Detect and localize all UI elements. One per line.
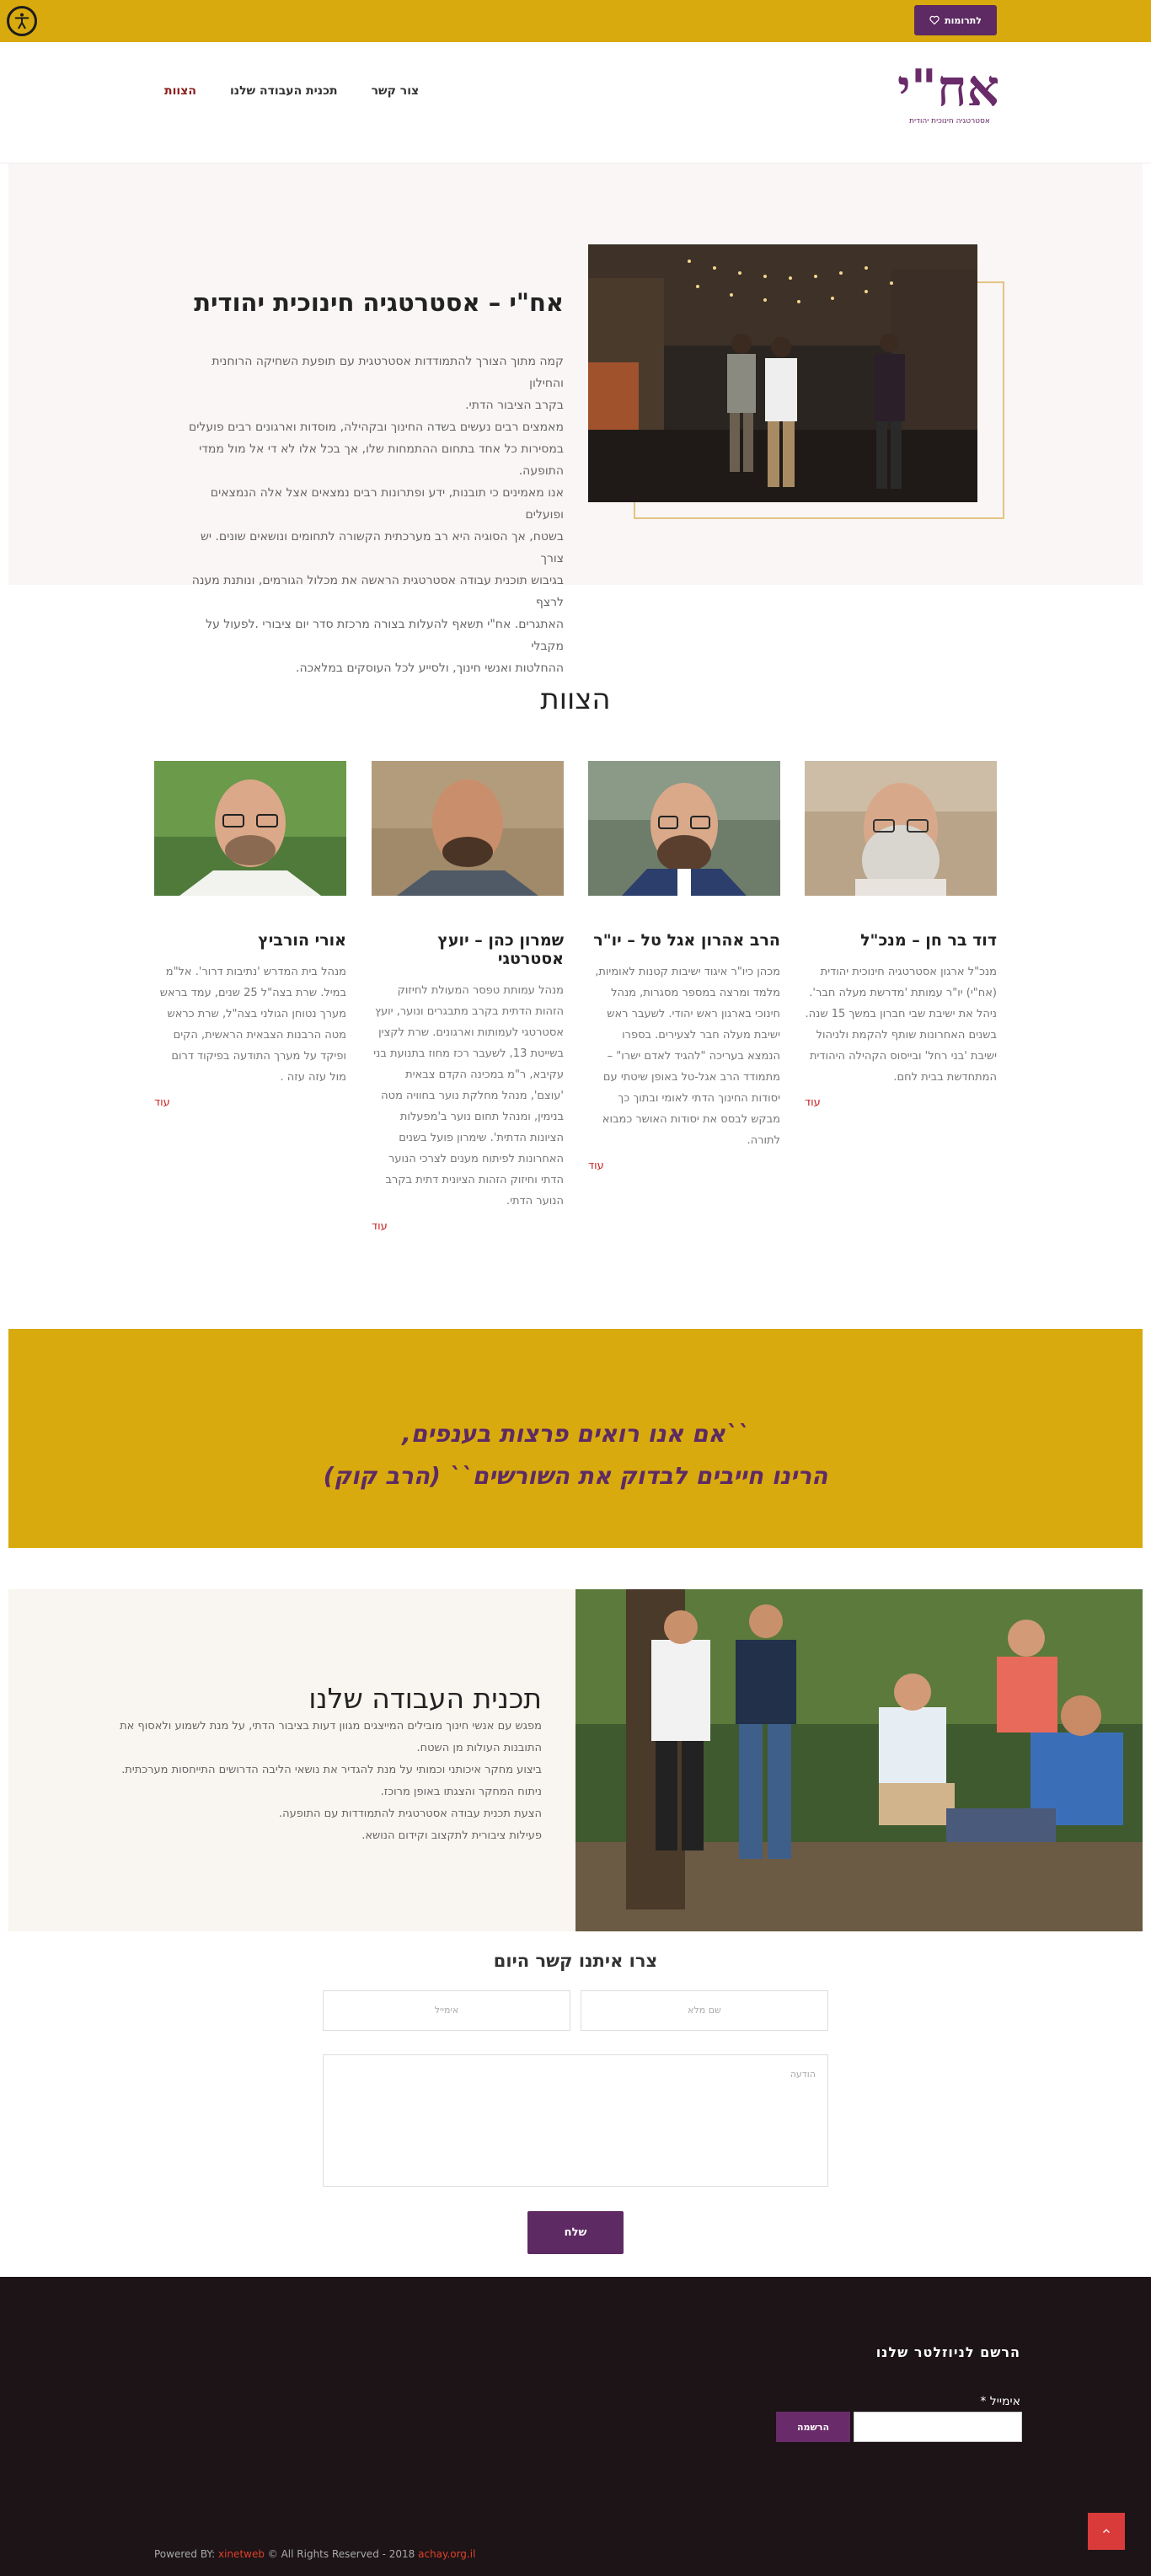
work-plan-text: מפגש עם אנשי חינוך מובילים המייצגים מגוו… [70,1716,542,1847]
site-link[interactable]: achay.org.il [418,2548,475,2560]
hero-line: האתגרים. אח"י תשאף להעלות בצורה מרכזת סד… [206,618,564,653]
hero-line: בשטח, אך הסוגיה היא רב מערכתית הקשורה לת… [200,530,564,565]
work-plan-line: מפגש עם אנשי חינוך מובילים המייצגים מגוו… [120,1720,542,1733]
logo-subtitle: אסטרטגיה חינוכית יהודית [909,117,990,126]
work-plan-title: תכנית העבודה שלנו [308,1682,542,1715]
work-plan-section: תכנית העבודה שלנו מפגש עם אנשי חינוך מוב… [8,1589,576,1931]
hero-text: קמה מתוך הצורך להתמודדות אסטרטגית עם תופ… [176,351,564,679]
nav-item-work-plan[interactable]: תכנית העבודה שלנו [230,84,338,98]
team-photo [372,761,564,896]
team-photo [588,761,780,896]
read-more-link[interactable]: עוד [372,1220,564,1233]
team-card: אורי הורביץ מנהל בית המדרש 'נתיבות דרור'… [154,761,346,1109]
copyright-prefix: Powered BY: [154,2548,219,2560]
chevron-up-icon [1103,2529,1110,2533]
footer-copyright: Powered BY: xinetweb © All Rights Reserv… [154,2548,475,2560]
team-card: דוד בר חן – מנכ"ל מנכ"ל ארגון אסטרטגיה ח… [805,761,997,1109]
quote-section: ``אם אנו רואים פרצות בענפים, הרינו חייבי… [8,1329,1143,1548]
team-title: הצוות [540,683,611,716]
work-plan-line: התובנות העולות מן השטח. [416,1742,542,1754]
team-member-name: הרב אהרון אגל טל – יו"ר [593,931,780,950]
work-plan-line: ביצוע מחקר איכותני וכמותי על מנת להגדיר … [121,1764,542,1776]
team-member-name: שמרון כהן – יועץ אסטרטגי [437,931,564,968]
hero-line: בגיבוש תוכנית עבודה אסטרטגית הראשה את מכ… [191,574,564,609]
accessibility-icon[interactable] [7,6,37,36]
team-member-bio: מנהל עמותת טפסר המעולת לחיזוק הזהות הדתי… [373,984,564,1208]
hero-line: מאמצים רבים נעשים בשדה החינוך ובקהילה, מ… [189,420,564,434]
email-input[interactable]: אימייל [323,1990,570,2031]
top-bar: לתרומות [0,0,1151,42]
nav-item-contact[interactable]: צור קשר [372,84,420,98]
read-more-link[interactable]: עוד [588,1159,780,1172]
subscribe-button[interactable]: הרשמה [776,2412,850,2442]
quote-line: הרינו חייבים לבדוק את השורשים`` (הרב קוק… [323,1462,828,1490]
site-footer: הרשם לניוזלטר שלנו אימייל * הרשמה Powere… [0,2277,1151,2576]
team-photo [154,761,346,896]
team-member-bio: מנכ"ל ארגון אסטרטגיה חינוכית יהודית (אח"… [805,966,997,1084]
team-card: שמרון כהן – יועץ אסטרטגי מנהל עמותת טפסר… [372,761,564,1233]
work-plan-line: ניתוח המחקר והצגתו באופן מרוכז. [380,1786,542,1798]
back-to-top-button[interactable] [1088,2513,1125,2550]
team-card: הרב אהרון אגל טל – יו"ר מכהן כיו"ר איגוד… [588,761,780,1172]
hero-title: אח"י – אסטרטגיה חינוכית יהודית [194,288,564,317]
team-photo [805,761,997,896]
newsletter-title: הרשם לניוזלטר שלנו [875,2344,1020,2360]
main-nav: צור קשר תכנית העבודה שלנו הצוות [164,84,419,98]
team-member-bio: מנהל בית המדרש 'נתיבות דרור'. אל"מ במיל.… [159,966,346,1084]
quote-line: ``אם אנו רואים פרצות בענפים, [402,1420,749,1448]
send-button[interactable]: שלח [527,2211,624,2254]
site-logo[interactable]: אח"י אסטרטגיה חינוכית יהודית [897,59,999,156]
hero-line: בקרב הציבור הדתי. [465,399,564,412]
work-plan-photo [576,1589,1143,1931]
full-name-input[interactable]: שם מלא [581,1990,828,2031]
message-textarea[interactable]: הודעה [323,2054,828,2187]
team-member-name: אורי הורביץ [258,931,346,950]
hero-line: ההחלטות ואנשי חינוך, ולסייע לכל העוסקים … [296,661,564,675]
site-header: אח"י אסטרטגיה חינוכית יהודית צור קשר תכנ… [0,42,1151,163]
developer-link[interactable]: xinetweb [218,2548,265,2560]
copyright-middle: © All Rights Reserved - 2018 [264,2548,419,2560]
hero-section: אח"י – אסטרטגיה חינוכית יהודית קמה מתוך … [8,163,1143,675]
work-plan-line: פעילות ציבורית לתקצוב וקידום הנושא. [361,1829,542,1842]
read-more-link[interactable]: עוד [805,1096,997,1109]
newsletter-email-label: אימייל * [980,2395,1020,2408]
contact-title: צרו איתנו קשר היום [493,1951,658,1971]
work-plan-line: הצעת תכנית עבודה אסטרטגית להתמודדות עם ה… [279,1807,542,1820]
quote-text: ``אם אנו רואים פרצות בענפים, הרינו חייבי… [8,1413,1143,1497]
hero-line: קמה מתוך הצורך להתמודדות אסטרטגית עם תופ… [211,355,564,390]
hero-line: במסירות כל אחד בתחום ההתמחות שלו, אך בכל… [199,442,564,478]
team-member-name: דוד בר חן – מנכ"ל [860,931,997,950]
heart-icon [929,15,940,25]
logo-text: אח"י [897,59,999,118]
newsletter-email-input[interactable] [854,2412,1022,2442]
team-member-bio: מכהן כיו"ר איגוד ישיבות קטנות לאומיות, מ… [595,966,780,1147]
hero-line: אנו מאמינים כי תובנות, ידע ופתרונות רבים… [210,486,564,522]
accessibility-glyph [14,13,29,29]
donate-label: לתרומות [945,14,982,26]
nav-item-team[interactable]: הצוות [164,84,196,98]
donate-button[interactable]: לתרומות [914,5,997,35]
read-more-link[interactable]: עוד [154,1096,346,1109]
hero-photo [588,244,977,502]
